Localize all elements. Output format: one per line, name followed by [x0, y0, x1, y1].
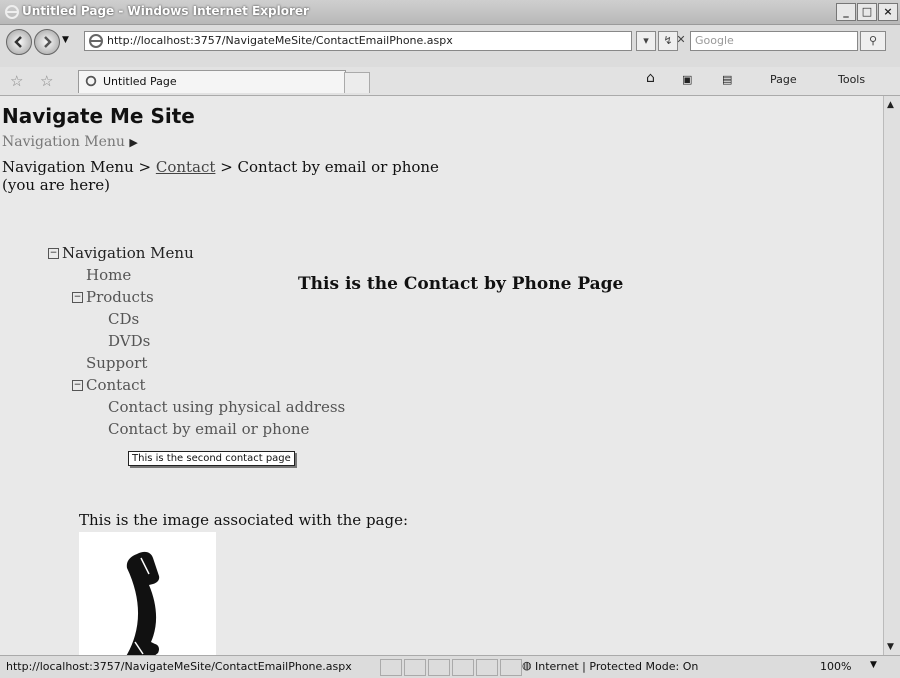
zoom-level[interactable]: 100% [820, 660, 851, 673]
tree-label: Support [86, 354, 148, 372]
search-placeholder: Google [695, 34, 734, 47]
url-dropdown-button[interactable]: ▾ [636, 31, 656, 51]
home-icon[interactable]: ⌂ [646, 70, 655, 86]
breadcrumb-separator: > [133, 158, 156, 176]
zoom-dropdown-icon[interactable]: ▼ [870, 660, 877, 670]
breadcrumb-link-contact[interactable]: Contact [156, 158, 216, 176]
close-button[interactable]: × [878, 3, 898, 21]
status-segment [380, 659, 402, 676]
menu-arrow-icon: ▶ [129, 136, 138, 149]
tools-menu-button[interactable]: Tools [838, 73, 865, 86]
navigation-tree: − Navigation Menu Home − Products CDs DV… [48, 242, 345, 440]
navigation-menu-label: Navigation Menu [2, 134, 125, 150]
tab-page-icon [85, 75, 97, 87]
forward-button[interactable] [34, 29, 60, 55]
history-dropdown-icon[interactable]: ▼ [62, 35, 69, 45]
add-favorite-icon[interactable]: ☆ [40, 72, 53, 90]
tree-item-support[interactable]: Support [48, 352, 345, 374]
back-button[interactable] [6, 29, 32, 55]
collapse-icon[interactable]: − [48, 248, 59, 259]
site-title: Navigate Me Site [2, 104, 195, 128]
tree-label: CDs [108, 310, 140, 328]
search-button[interactable]: ⚲ [860, 31, 886, 51]
tab-untitled-page[interactable]: Untitled Page [78, 70, 346, 93]
search-input[interactable]: Google [690, 31, 858, 51]
tree-item-dvds[interactable]: DVDs [48, 330, 345, 352]
breadcrumb-root: Navigation Menu [2, 158, 134, 176]
tree-item-contact-physical[interactable]: Contact using physical address [48, 396, 345, 418]
page-icon [89, 34, 103, 48]
status-bar: http://localhost:3757/NavigateMeSite/Con… [0, 655, 900, 678]
title-bar: Untitled Page - Windows Internet Explore… [0, 0, 900, 25]
tooltip: This is the second contact page [128, 451, 295, 466]
address-toolbar: ▼ http://localhost:3757/NavigateMeSite/C… [0, 25, 900, 67]
window-title: Untitled Page - Windows Internet Explore… [22, 4, 309, 18]
collapse-icon[interactable]: − [72, 292, 83, 303]
favorites-star-icon[interactable]: ☆ [10, 72, 23, 90]
tree-node-contact[interactable]: − Contact [48, 374, 345, 396]
window-controls: _ □ × [836, 3, 898, 21]
status-segment [428, 659, 450, 676]
back-arrow-icon [14, 36, 22, 48]
breadcrumb-separator: > [215, 158, 238, 176]
minimize-button[interactable]: _ [836, 3, 856, 21]
ie-logo-icon [5, 5, 19, 19]
new-tab-button[interactable] [344, 72, 370, 93]
tree-label: Navigation Menu [62, 244, 194, 262]
scroll-down-icon[interactable]: ▼ [887, 642, 894, 652]
phone-image [79, 532, 216, 660]
stop-icon: ✕ [676, 33, 686, 46]
tab-label: Untitled Page [103, 75, 177, 88]
url-text: http://localhost:3757/NavigateMeSite/Con… [107, 34, 453, 47]
page-heading: This is the Contact by Phone Page [298, 274, 624, 294]
favorites-bar: ☆ ☆ Untitled Page ⌂ ▣ ▤ Page Tools [0, 67, 900, 96]
url-field[interactable]: http://localhost:3757/NavigateMeSite/Con… [84, 31, 632, 51]
tree-label: Home [86, 266, 132, 284]
image-caption: This is the image associated with the pa… [79, 511, 409, 529]
maximize-button[interactable]: □ [857, 3, 877, 21]
scroll-up-icon[interactable]: ▲ [887, 100, 894, 110]
tree-label: Contact by email or phone [108, 420, 310, 438]
page-content: Navigate Me Site Navigation Menu ▶ Navig… [0, 96, 884, 660]
tree-label: Products [86, 288, 154, 306]
rss-icon[interactable]: ▣ [682, 73, 692, 86]
phone-handset-icon [125, 551, 160, 660]
globe-icon: ◍ [522, 659, 532, 672]
collapse-icon[interactable]: − [72, 380, 83, 391]
search-icon: ⚲ [868, 34, 878, 47]
status-segment [452, 659, 474, 676]
forward-arrow-icon [44, 36, 52, 48]
stop-button[interactable]: ✕ [672, 31, 690, 49]
tree-item-cds[interactable]: CDs [48, 308, 345, 330]
tree-label: Contact using physical address [108, 398, 346, 416]
page-menu-button[interactable]: Page [770, 73, 797, 86]
tree-item-contact-email[interactable]: Contact by email or phone [48, 418, 345, 440]
breadcrumb: Navigation Menu > Contact > Contact by e… [2, 158, 452, 194]
status-url: http://localhost:3757/NavigateMeSite/Con… [6, 660, 352, 673]
tree-label: Contact [86, 376, 146, 394]
tree-node-root[interactable]: − Navigation Menu [48, 242, 345, 264]
printer-icon[interactable]: ▤ [722, 73, 732, 86]
vertical-scrollbar[interactable]: ▲ ▼ [883, 96, 900, 655]
navigation-menu[interactable]: Navigation Menu ▶ [2, 134, 138, 150]
status-segment [404, 659, 426, 676]
status-segment [500, 659, 522, 676]
security-zone[interactable]: Internet | Protected Mode: On [535, 660, 698, 673]
status-segment [476, 659, 498, 676]
tree-label: DVDs [108, 332, 151, 350]
